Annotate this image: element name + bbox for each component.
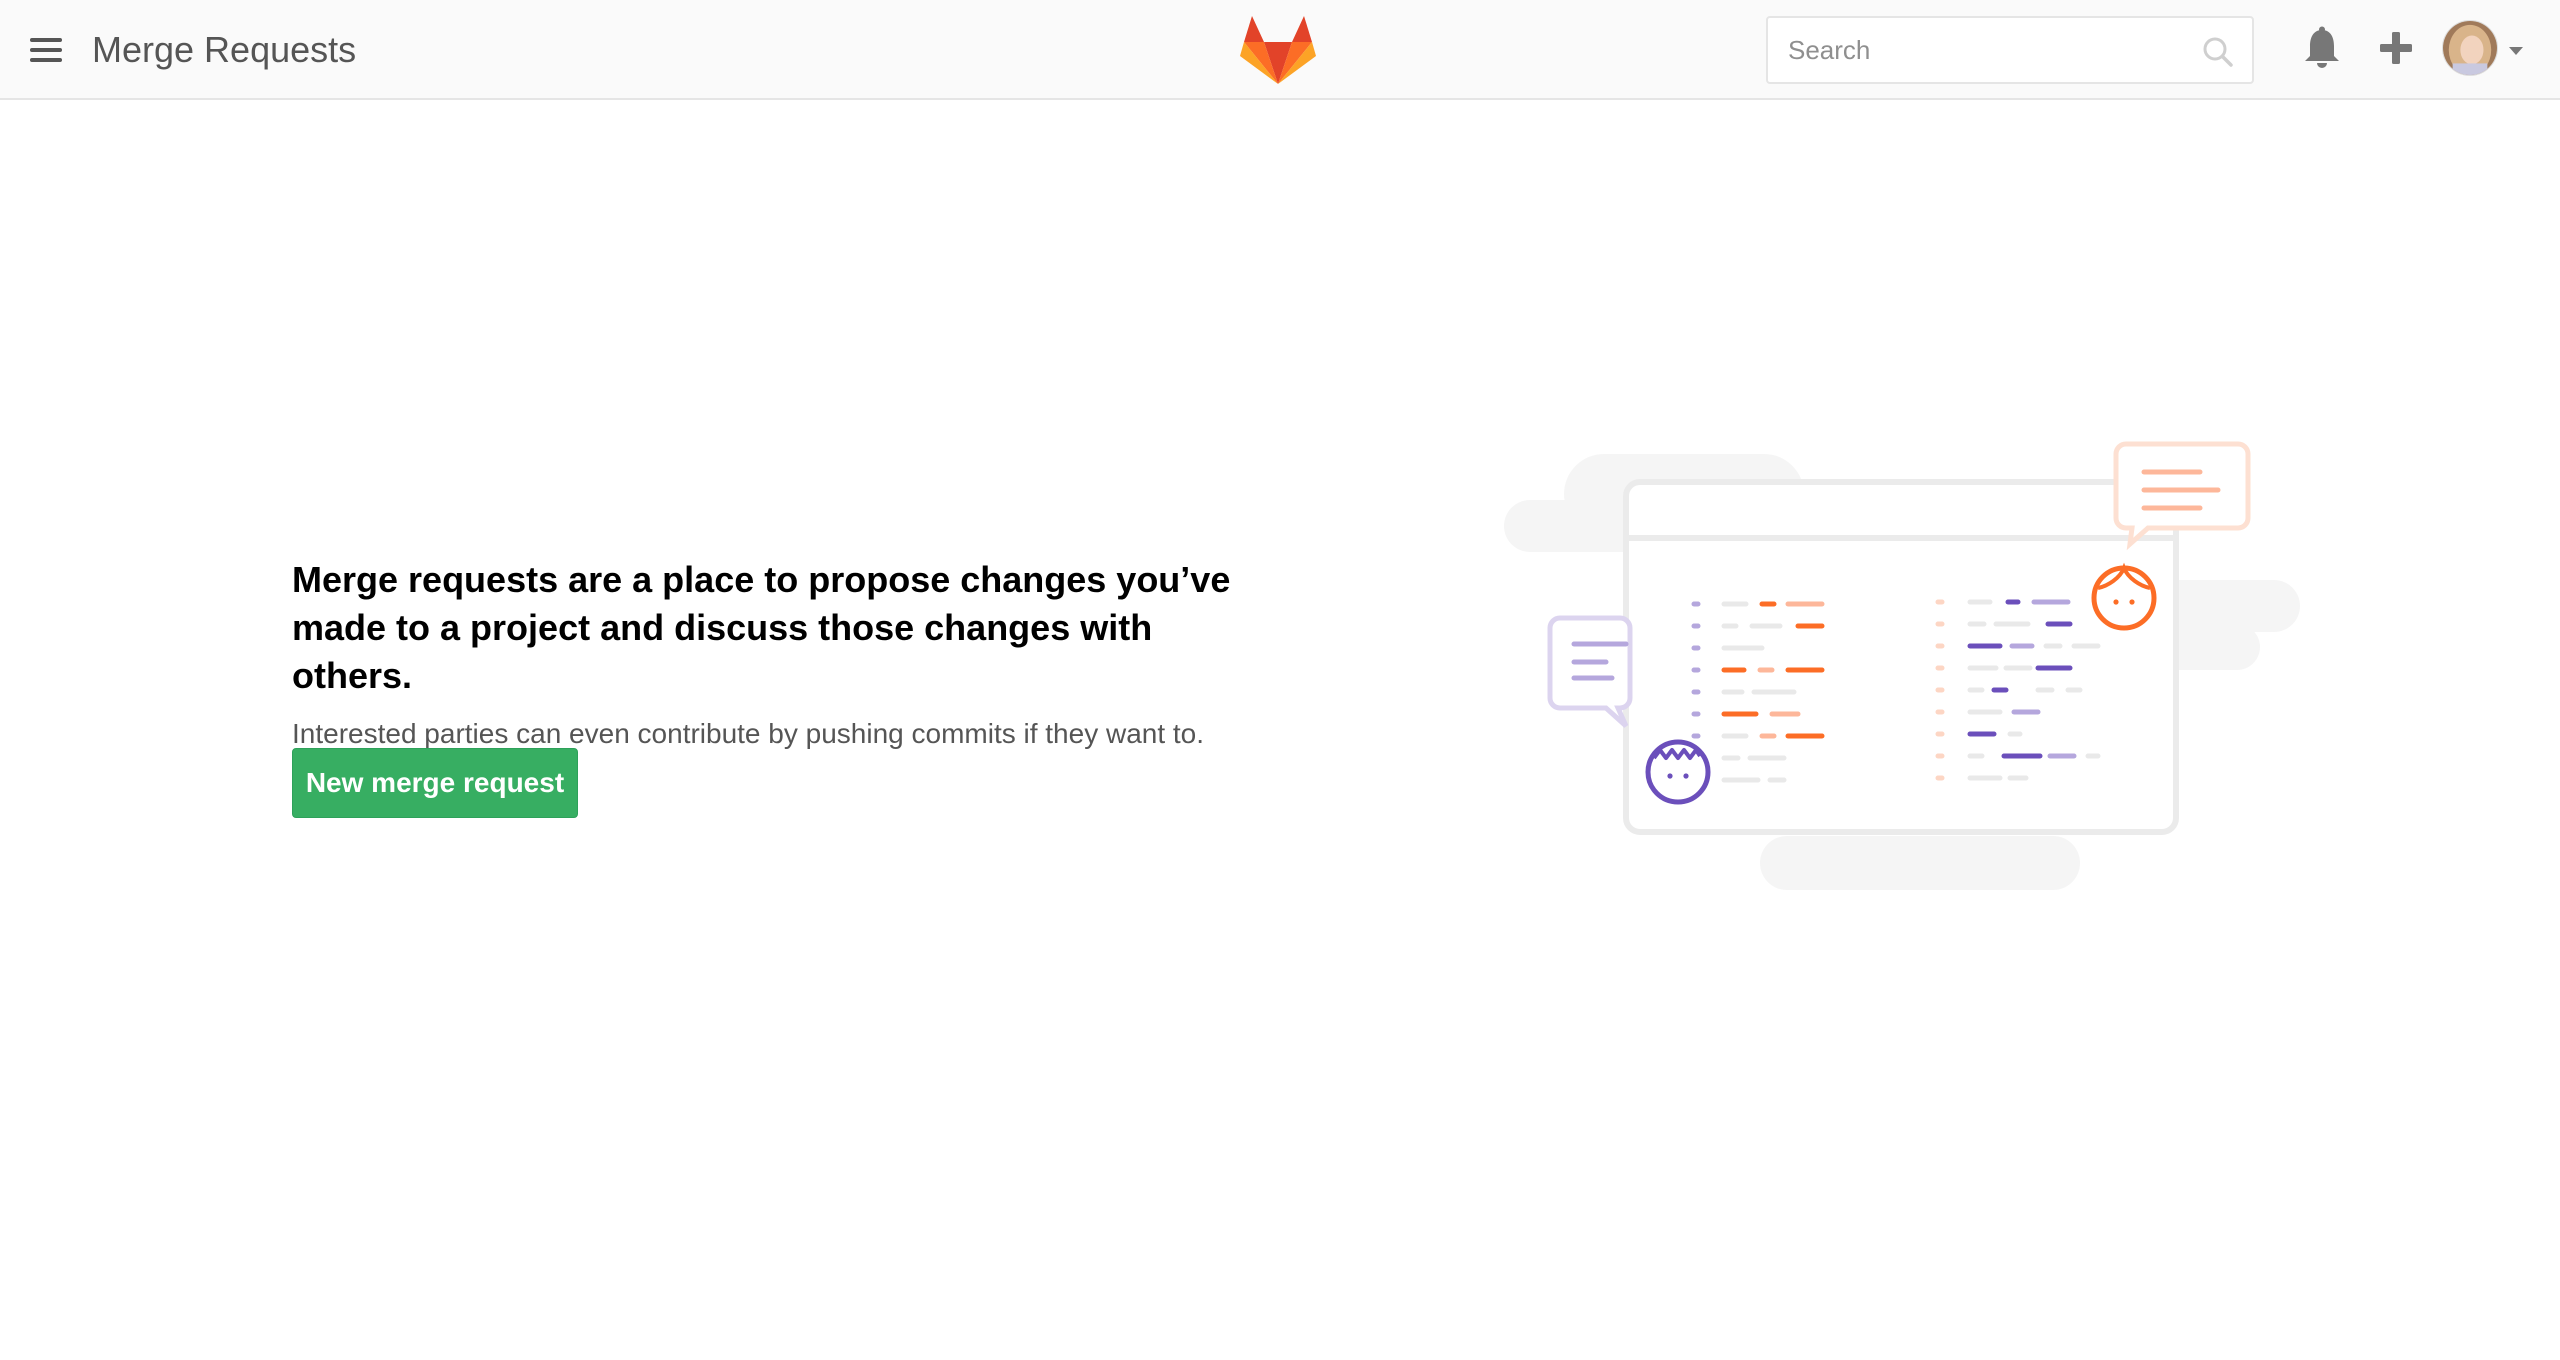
search-input[interactable]	[1768, 18, 2188, 82]
menu-icon[interactable]	[30, 38, 62, 62]
top-navbar: Merge Requests	[0, 0, 2560, 100]
merge-requests-illustration	[1504, 441, 2300, 890]
empty-state-heading: Merge requests are a place to propose ch…	[292, 559, 1231, 696]
empty-state-text: Merge requests are a place to propose ch…	[292, 556, 1272, 754]
search-box	[1766, 16, 2254, 84]
page-title: Merge Requests	[92, 29, 357, 70]
gitlab-logo[interactable]	[1238, 14, 1318, 86]
search-icon[interactable]	[2202, 36, 2234, 68]
avatar[interactable]	[2442, 20, 2498, 76]
plus-icon[interactable]	[2378, 28, 2414, 68]
caret-down-icon[interactable]	[2508, 46, 2524, 56]
new-merge-request-button[interactable]: New merge request	[292, 748, 578, 818]
bell-icon[interactable]	[2302, 26, 2342, 70]
user-menu[interactable]	[2442, 20, 2524, 78]
